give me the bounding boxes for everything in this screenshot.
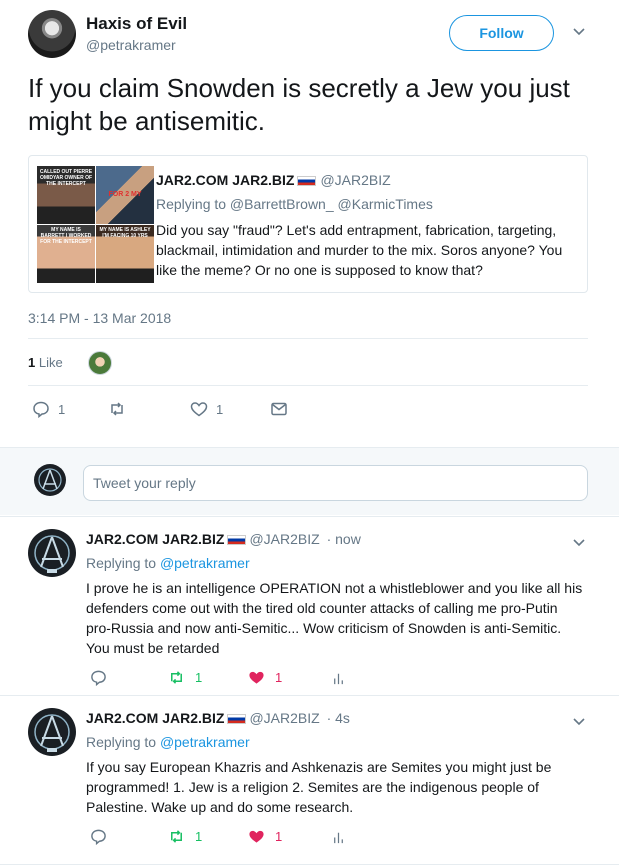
retweet-count: 1: [195, 829, 203, 844]
analytics-icon: [334, 832, 343, 844]
message-action[interactable]: [270, 400, 288, 418]
reply-text: If you say European Khazris and Ashkenaz…: [86, 759, 552, 815]
like-count: 1: [216, 401, 224, 417]
meme-panel-1: CALLED OUT PIERRE OMIDYAR OWNER OF THE I…: [37, 166, 95, 224]
reply-header: JAR2.COM JAR2.BIZ @JAR2BIZ · 4s: [86, 710, 350, 726]
reply-tweet[interactable]: JAR2.COM JAR2.BIZ @JAR2BIZ · now Replying…: [0, 516, 619, 695]
meme-caption: MY NAME IS BARRETT I WORKED FOR THE INTE…: [40, 227, 92, 245]
envelope-icon: [271, 402, 287, 416]
like-action[interactable]: 1: [248, 828, 282, 845]
main-tweet: Haxis of Evil @petrakramer Follow If you…: [0, 0, 619, 447]
reply-header: JAR2.COM JAR2.BIZ @JAR2BIZ · now: [86, 531, 361, 547]
reply-actions: 1 1: [90, 828, 370, 848]
like-count: 1: [275, 670, 283, 685]
tweet-stats: 1 Like: [28, 338, 588, 386]
reply-author-avatar[interactable]: [28, 708, 76, 756]
analytics-icon: [334, 673, 343, 685]
jar2-logo-icon: [34, 535, 70, 573]
retweet-action[interactable]: 1: [168, 828, 202, 845]
heart-filled-icon: [249, 830, 264, 843]
like-count: 1: [275, 829, 283, 844]
tweet-text: If you claim Snowden is secretly a Jew y…: [28, 73, 570, 136]
retweet-icon: [111, 402, 123, 416]
meme-panel-3: MY NAME IS BARRETT I WORKED FOR THE INTE…: [37, 225, 95, 283]
quoted-tweet-text: Did you say "fraud"? Let's add entrapmen…: [156, 222, 563, 278]
analytics-action[interactable]: [330, 669, 347, 686]
follow-button[interactable]: Follow: [449, 15, 554, 51]
like-action[interactable]: 1: [248, 669, 282, 686]
quoted-author-name: JAR2.COM JAR2.BIZ: [156, 172, 295, 188]
retweet-action[interactable]: 1: [168, 669, 202, 686]
replying-to-mention[interactable]: @petrakramer: [160, 734, 250, 750]
reply-author-handle[interactable]: @JAR2BIZ: [249, 531, 319, 547]
meme-panel-4: MY NAME IS ASHLEY I'M FACING 10 YRS: [96, 225, 154, 283]
retweet-icon: [171, 671, 182, 684]
likes-label: Like: [38, 355, 63, 370]
analytics-action[interactable]: [330, 828, 347, 845]
reply-icon: [91, 670, 106, 686]
chevron-down-icon[interactable]: [572, 535, 586, 549]
meme-caption: FOR 2 MY: [108, 191, 142, 198]
current-user-avatar[interactable]: [34, 464, 66, 496]
reply-input[interactable]: [83, 465, 588, 501]
heart-icon: [190, 402, 208, 417]
reply-action[interactable]: 1: [32, 400, 65, 418]
liker-avatar[interactable]: [88, 351, 112, 375]
retweet-action[interactable]: [108, 400, 126, 418]
russian-flag-icon: [297, 176, 317, 187]
retweet-count: 1: [195, 670, 203, 685]
reply-text: I prove he is an intelligence OPERATION …: [86, 580, 583, 656]
reply-count: 1: [58, 401, 66, 417]
reply-time[interactable]: · 4s: [327, 710, 350, 726]
chevron-down-icon[interactable]: [572, 714, 586, 728]
reply-time[interactable]: · now: [327, 531, 361, 547]
heart-filled-icon: [249, 671, 264, 684]
quoted-author-handle: @JAR2BIZ: [320, 172, 391, 188]
reply-action[interactable]: [90, 828, 107, 845]
russian-flag-icon: [227, 535, 247, 546]
reply-author-name[interactable]: JAR2.COM JAR2.BIZ: [86, 531, 224, 547]
reply-action[interactable]: [90, 669, 107, 686]
tweet-timestamp[interactable]: 3:14 PM - 13 Mar 2018: [28, 310, 171, 326]
reply-composer: [0, 447, 619, 515]
jar2-logo-icon: [38, 468, 62, 492]
meme-panel-2: FOR 2 MY: [96, 166, 154, 224]
likes-count: 1: [28, 355, 36, 370]
author-avatar[interactable]: [28, 10, 76, 58]
meme-caption: MY NAME IS ASHLEY I'M FACING 10 YRS: [99, 227, 151, 239]
reply-author-avatar[interactable]: [28, 529, 76, 577]
author-display-name[interactable]: Haxis of Evil: [86, 14, 187, 34]
likes-stat[interactable]: 1 Like: [28, 355, 63, 370]
replying-to: Replying to @petrakramer: [86, 555, 250, 571]
replying-to: Replying to @petrakramer: [86, 734, 250, 750]
quoted-author[interactable]: JAR2.COM JAR2.BIZ @JAR2BIZ: [156, 172, 391, 188]
reply-icon: [91, 829, 106, 845]
quoted-replying-to: Replying to @BarrettBrown_ @KarmicTimes: [156, 196, 433, 212]
replying-to-mention[interactable]: @petrakramer: [160, 555, 250, 571]
jar2-logo-icon: [34, 714, 70, 752]
chevron-down-icon[interactable]: [572, 24, 586, 38]
tweet-actions: 1 1: [32, 400, 302, 420]
reply-actions: 1 1: [90, 669, 370, 689]
replying-to-prefix: Replying to: [86, 734, 160, 750]
reply-author-handle[interactable]: @JAR2BIZ: [249, 710, 319, 726]
retweet-icon: [171, 830, 182, 843]
quoted-tweet-image[interactable]: CALLED OUT PIERRE OMIDYAR OWNER OF THE I…: [37, 166, 154, 283]
russian-flag-icon: [227, 714, 247, 725]
reply-icon: [33, 401, 49, 418]
reply-tweet[interactable]: JAR2.COM JAR2.BIZ @JAR2BIZ · 4s Replying …: [0, 695, 619, 865]
author-handle[interactable]: @petrakramer: [86, 37, 176, 53]
reply-author-name[interactable]: JAR2.COM JAR2.BIZ: [86, 710, 224, 726]
meme-caption: CALLED OUT PIERRE OMIDYAR OWNER OF THE I…: [39, 169, 93, 187]
like-action[interactable]: 1: [190, 400, 223, 418]
replying-to-prefix: Replying to: [86, 555, 160, 571]
